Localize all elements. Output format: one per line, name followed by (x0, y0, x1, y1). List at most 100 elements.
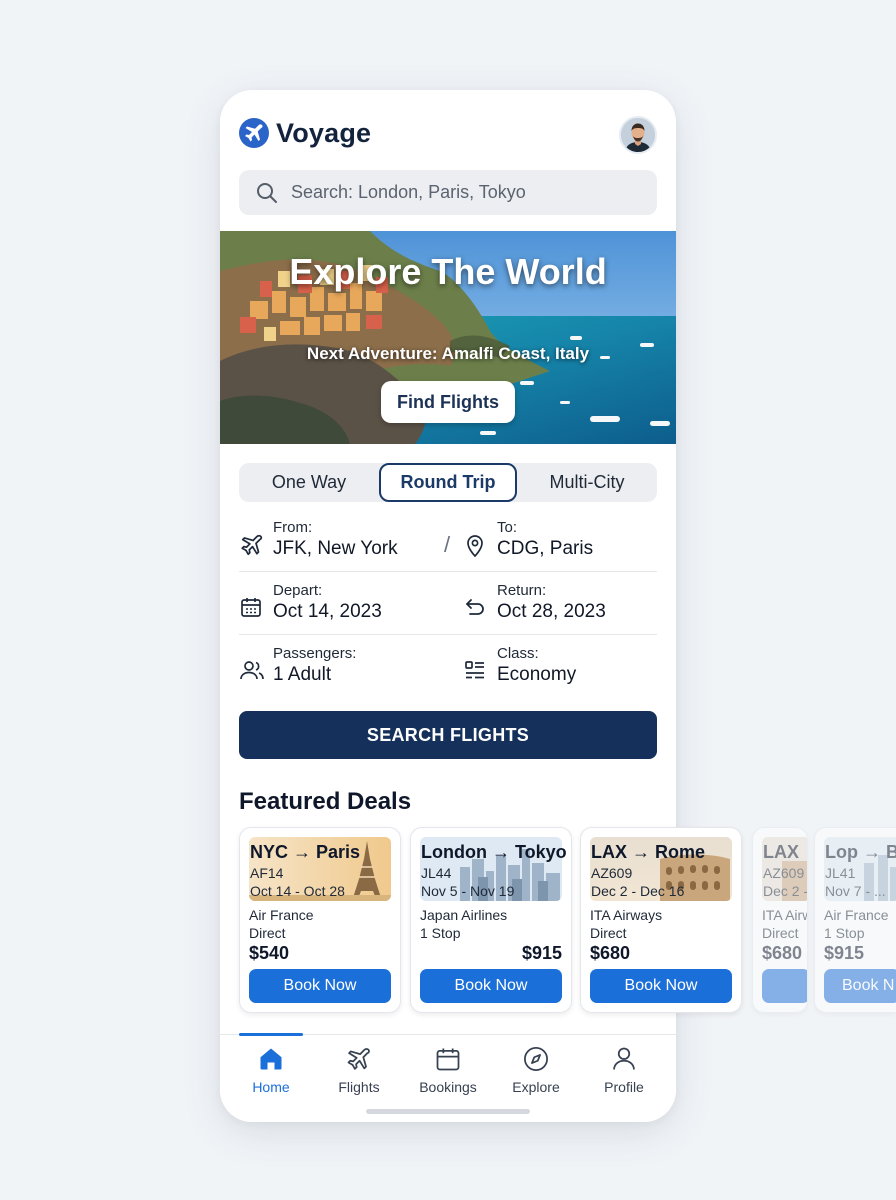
search-bar[interactable] (239, 170, 657, 215)
class-list-icon (465, 661, 484, 679)
deal-price: $915 (521, 943, 562, 963)
calendar-icon (241, 598, 261, 617)
return-label: Return: (497, 582, 547, 599)
passengers-label: Passengers: (273, 645, 357, 662)
deal-card[interactable]: LAX → Rome AZ609 Dec 2 - Dec 16 ITA Airw… (580, 827, 742, 1013)
deal-route: Lop → Br (825, 842, 896, 862)
class-field[interactable]: Class: Economy (463, 636, 663, 698)
to-value: CDG, Paris (497, 538, 594, 559)
hero-subtitle: Next Adventure: Amalfi Coast, Italy (306, 344, 590, 363)
return-field[interactable]: Return: Oct 28, 2023 (463, 573, 663, 635)
bottom-nav: Home Flights Bookings Explore Profile (220, 1033, 676, 1122)
tab-round-trip[interactable]: Round Trip (379, 463, 517, 502)
depart-label: Depart: (273, 582, 323, 599)
tab-one-way[interactable]: One Way (239, 463, 379, 502)
deal-card[interactable]: LAX → AZ609 Dec 2 - D ITA Airwa Direct $… (752, 827, 808, 1013)
deal-dates: Nov 7 - ... (825, 883, 886, 899)
users-icon (240, 661, 264, 680)
depart-value: Oct 14, 2023 (273, 601, 382, 622)
book-now-button[interactable]: Book Now (590, 969, 732, 1003)
deal-flight-code: JL41 (825, 865, 856, 881)
to-field[interactable]: To: CDG, Paris (463, 510, 663, 572)
plane-icon (347, 1048, 370, 1070)
deal-card[interactable]: NYC → Paris AF14 Oct 14 - Oct 28 Air Fra… (239, 827, 401, 1013)
passengers-value: 1 Adult (273, 664, 332, 685)
route-separator: / (444, 532, 451, 557)
depart-field[interactable]: Depart: Oct 14, 2023 (239, 573, 439, 635)
nav-flights-label: Flights (338, 1079, 380, 1095)
deal-stops: 1 Stop (420, 925, 461, 941)
deal-card[interactable]: Lop → Br JL41 Nov 7 - ... Air France 1 S… (814, 827, 896, 1013)
book-now-button[interactable]: Book N (824, 969, 896, 1003)
user-icon (613, 1047, 635, 1070)
nav-profile-label: Profile (604, 1079, 644, 1095)
deal-stops: 1 Stop (824, 925, 865, 941)
phone-frame: Voyage Search: London, Paris, Tokyo Expl… (220, 90, 896, 1122)
nav-bookings-label: Bookings (419, 1079, 477, 1095)
deal-dates: Dec 2 - Dec 16 (591, 883, 685, 899)
deal-flight-code: AZ609 (591, 865, 633, 881)
deal-route: NYC → Paris (250, 842, 361, 862)
deal-stops: Direct (590, 925, 627, 941)
deal-route: London → Tokyo (421, 842, 567, 862)
deal-flight-code: AF14 (250, 865, 284, 881)
active-tab-indicator (239, 1033, 303, 1036)
deal-route: LAX → Rome (591, 842, 706, 862)
nav-explore-label: Explore (512, 1079, 560, 1095)
plane-icon (241, 534, 263, 556)
class-value: Economy (497, 664, 577, 685)
from-field[interactable]: From: JFK, New York (239, 510, 439, 572)
app-title: Voyage (276, 118, 372, 148)
location-pin-icon (467, 535, 483, 558)
search-icon (257, 183, 277, 203)
class-label: Class: (497, 645, 539, 662)
deal-flight-code: JL44 (421, 865, 452, 881)
book-now-button[interactable] (762, 969, 807, 1003)
deal-flight-code: AZ609 (763, 865, 805, 881)
plane-logo-icon (239, 118, 269, 148)
book-now-button[interactable]: Book Now (249, 969, 391, 1003)
deal-airline: Japan Airlines (420, 907, 508, 923)
deal-dates: Oct 14 - Oct 28 (250, 883, 345, 899)
featured-deals-title: Featured Deals (239, 788, 412, 815)
hero-banner: Explore The World Next Adventure: Amalfi… (220, 231, 676, 444)
nav-profile[interactable]: Profile (584, 1045, 664, 1101)
find-flights-button[interactable]: Find Flights (381, 381, 515, 423)
route-row: From: JFK, New York / To: CDG, Paris (239, 510, 657, 572)
deal-airline: ITA Airways (590, 907, 663, 923)
deal-dates: Nov 5 - Nov 19 (421, 883, 515, 899)
deal-price: $680 (590, 943, 631, 963)
nav-flights[interactable]: Flights (319, 1045, 399, 1101)
avatar[interactable] (619, 116, 657, 154)
deal-route: LAX → (763, 842, 807, 862)
deal-stops: Direct (249, 925, 286, 941)
nav-bookings[interactable]: Bookings (408, 1045, 488, 1101)
dates-row: Depart: Oct 14, 2023 Return: Oct 28, 202… (239, 573, 657, 635)
deal-card[interactable]: London → Tokyo JL44 Nov 5 - Nov 19 Japan… (410, 827, 572, 1013)
nav-home-label: Home (252, 1079, 290, 1095)
tab-multi-city[interactable]: Multi-City (517, 463, 657, 502)
hero-title: Explore The World (289, 251, 607, 292)
passengers-field[interactable]: Passengers: 1 Adult (239, 636, 439, 698)
from-label: From: (273, 519, 313, 536)
to-label: To: (497, 519, 518, 536)
nav-home[interactable]: Home (231, 1045, 311, 1101)
deal-price: $915 (824, 943, 865, 963)
search-input[interactable] (291, 170, 641, 215)
deal-airline: ITA Airwa (762, 907, 807, 923)
compass-icon (524, 1047, 548, 1071)
deal-airline: Air France (249, 907, 314, 923)
trip-type-selector: One Way Round Trip Multi-City (239, 463, 657, 502)
deal-price: $680 (762, 943, 803, 963)
deal-price: $540 (249, 943, 290, 963)
app-header: Voyage (239, 116, 657, 156)
nav-explore[interactable]: Explore (496, 1045, 576, 1101)
book-now-button[interactable]: Book Now (420, 969, 562, 1003)
deal-stops: Direct (762, 925, 799, 941)
deal-dates: Dec 2 - D (763, 883, 808, 899)
return-arrow-icon (466, 599, 484, 615)
home-icon (260, 1048, 282, 1070)
from-value: JFK, New York (273, 538, 398, 559)
deal-airline: Air France (824, 907, 889, 923)
search-flights-button[interactable]: SEARCH FLIGHTS (239, 711, 657, 759)
